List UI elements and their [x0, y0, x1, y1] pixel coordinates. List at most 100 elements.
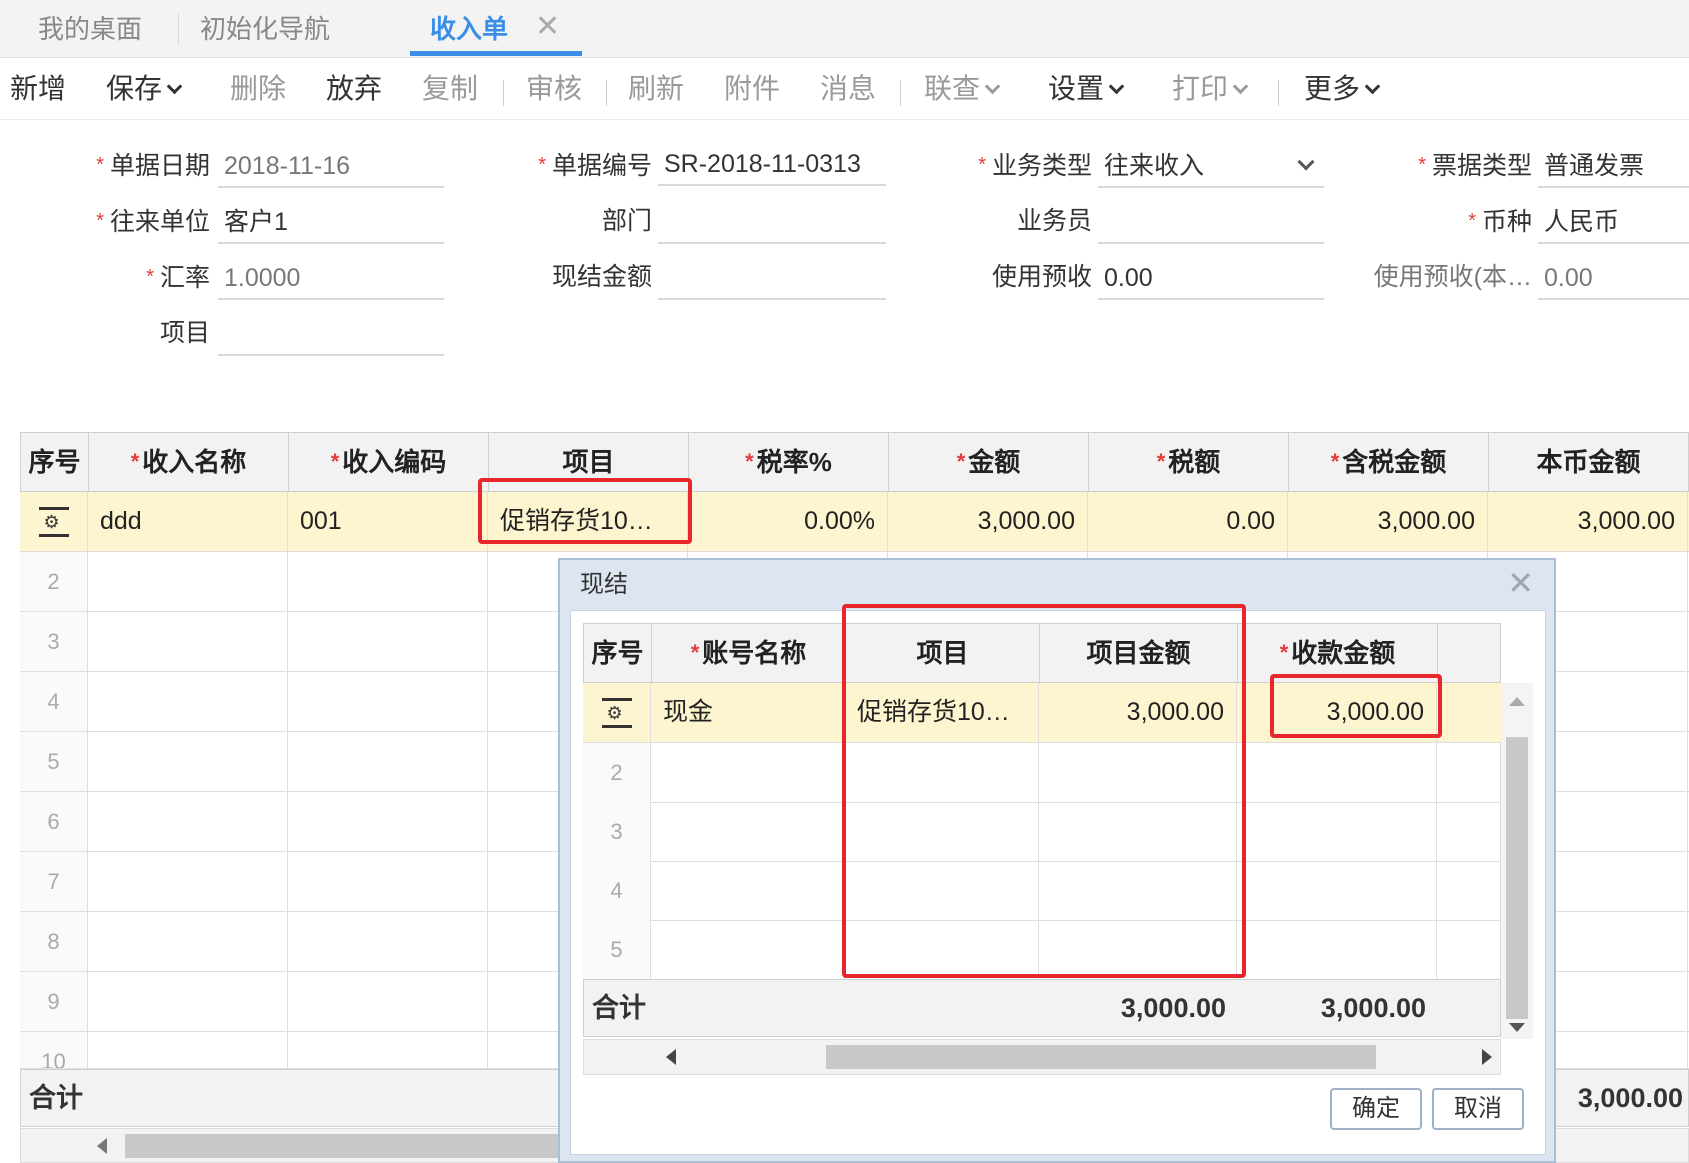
message-button[interactable]: 消息 — [820, 72, 876, 106]
grid-cell[interactable] — [651, 920, 845, 979]
delete-button[interactable]: 删除 — [230, 72, 286, 106]
gear-icon[interactable]: ⚙ — [601, 698, 632, 729]
grid-cell[interactable] — [88, 672, 288, 731]
clerk-field[interactable] — [1098, 204, 1324, 244]
grid-cell[interactable] — [88, 1032, 288, 1068]
required-mark: * — [1468, 210, 1476, 232]
cancel-button[interactable]: 取消 — [1432, 1088, 1524, 1130]
prepay-field[interactable]: 0.00 — [1098, 260, 1324, 300]
cell-taxrate[interactable]: 0.00% — [688, 492, 888, 551]
active-tab-indicator — [410, 51, 582, 56]
grid-cell[interactable] — [88, 552, 288, 611]
col-income-name: * 收入名称 — [89, 433, 289, 491]
cash-field[interactable] — [658, 260, 886, 300]
grid-cell[interactable] — [1237, 920, 1437, 979]
grid-cell[interactable] — [288, 732, 488, 791]
grid-cell[interactable] — [288, 612, 488, 671]
grid-cell[interactable] — [288, 1032, 488, 1068]
settings-button[interactable]: 设置 — [1048, 72, 1125, 106]
currency-field[interactable]: 人民币 — [1538, 204, 1689, 244]
grid-cell[interactable] — [88, 972, 288, 1031]
ok-button[interactable]: 确定 — [1330, 1088, 1422, 1130]
row-number: 8 — [20, 912, 88, 971]
grid-cell[interactable] — [1237, 861, 1437, 920]
add-button[interactable]: 新增 — [10, 72, 66, 106]
grid-cell[interactable] — [88, 912, 288, 971]
grid-cell[interactable] — [1237, 802, 1437, 861]
number-field[interactable]: SR-2018-11-0313 — [658, 146, 886, 186]
tab-close-icon[interactable]: ✕ — [535, 10, 560, 44]
cell-local-amount[interactable]: 3,000.00 — [1488, 492, 1688, 551]
invoice-field[interactable]: 普通发票 — [1538, 148, 1689, 188]
audit-button[interactable]: 审核 — [526, 72, 582, 106]
gear-icon[interactable]: ⚙ — [38, 507, 69, 538]
chevron-down-icon[interactable] — [1297, 153, 1315, 171]
grid-cell[interactable] — [288, 852, 488, 911]
scroll-left-icon[interactable] — [666, 1049, 676, 1065]
date-field[interactable]: 2018-11-16 — [218, 148, 444, 188]
grid-cell[interactable] — [288, 672, 488, 731]
grid-cell[interactable] — [288, 912, 488, 971]
partner-field[interactable]: 客户1 — [218, 204, 444, 244]
scrollbar-thumb[interactable] — [826, 1045, 1376, 1069]
print-button[interactable]: 打印 — [1172, 72, 1249, 106]
more-button[interactable]: 更多 — [1304, 72, 1381, 106]
save-button[interactable]: 保存 — [106, 72, 183, 106]
grid-cell[interactable] — [88, 852, 288, 911]
scrollbar-thumb[interactable] — [125, 1134, 585, 1158]
row-settings-cell[interactable]: ⚙ — [20, 492, 88, 551]
settle-vertical-scrollbar[interactable] — [1501, 683, 1533, 1039]
cell-tax-amount[interactable]: 3,000.00 — [1288, 492, 1488, 551]
grid-cell[interactable] — [88, 732, 288, 791]
scrollbar-thumb[interactable] — [1506, 737, 1528, 1019]
grid-cell[interactable] — [651, 802, 845, 861]
grid-cell[interactable] — [88, 612, 288, 671]
scroll-right-icon[interactable] — [1482, 1049, 1492, 1065]
tab-income-bill[interactable]: 收入单 — [430, 12, 508, 46]
cell-income-name[interactable]: ddd — [88, 492, 288, 551]
rate-field[interactable]: 1.0000 — [218, 260, 444, 300]
grid-cell[interactable] — [1437, 802, 1501, 861]
abandon-button[interactable]: 放弃 — [326, 72, 382, 106]
scroll-left-icon[interactable] — [97, 1138, 107, 1154]
project-field[interactable] — [218, 316, 444, 356]
biztype-value: 往来收入 — [1104, 152, 1205, 180]
tab-my-desktop[interactable]: 我的桌面 — [38, 12, 142, 46]
dept-label: 部门 — [520, 206, 652, 236]
number-label: * 单据编号 — [520, 150, 652, 181]
tab-init-nav[interactable]: 初始化导航 — [200, 12, 330, 46]
date-label-text: 单据日期 — [109, 152, 210, 180]
copy-button[interactable]: 复制 — [422, 72, 478, 106]
toolbar: 新增 保存 删除 放弃 复制 审核 刷新 附件 消息 联查 设置 打印 更多 — [0, 58, 1689, 120]
grid-cell[interactable] — [288, 972, 488, 1031]
scroll-up-icon[interactable] — [1509, 697, 1525, 706]
grid-cell[interactable] — [1437, 861, 1501, 920]
cell-amount[interactable]: 3,000.00 — [888, 492, 1088, 551]
cell-tax[interactable]: 0.00 — [1088, 492, 1288, 551]
grid-cell[interactable] — [288, 552, 488, 611]
grid-cell[interactable] — [1237, 743, 1437, 802]
chevron-down-icon — [984, 78, 1001, 95]
attach-button[interactable]: 附件 — [724, 72, 780, 106]
grid-cell[interactable] — [651, 861, 845, 920]
settle-horizontal-scrollbar[interactable] — [583, 1039, 1501, 1075]
dept-field[interactable] — [658, 204, 886, 244]
cell-account[interactable]: 现金 — [651, 683, 845, 742]
row-settings-cell[interactable]: ⚙ — [583, 683, 651, 742]
scroll-down-icon[interactable] — [1509, 1023, 1525, 1032]
prepay-local-field[interactable]: 0.00 — [1538, 260, 1689, 300]
table-row[interactable]: ⚙ ddd 001 促销存货10… 0.00% 3,000.00 0.00 3,… — [20, 492, 1689, 552]
refresh-button[interactable]: 刷新 — [628, 72, 684, 106]
cell-income-code[interactable]: 001 — [288, 492, 488, 551]
grid-cell[interactable] — [651, 743, 845, 802]
linkquery-button[interactable]: 联查 — [924, 72, 1001, 106]
col-seq: 序号 — [21, 433, 89, 491]
chevron-down-icon — [166, 78, 183, 95]
close-icon[interactable]: ✕ — [1507, 566, 1534, 600]
grid-cell[interactable] — [1437, 920, 1501, 979]
grid-cell[interactable] — [88, 792, 288, 851]
grid-cell[interactable] — [288, 792, 488, 851]
biztype-select[interactable]: 往来收入 — [1098, 148, 1324, 188]
chevron-down-icon — [1232, 78, 1249, 95]
grid-cell[interactable] — [1437, 743, 1501, 802]
